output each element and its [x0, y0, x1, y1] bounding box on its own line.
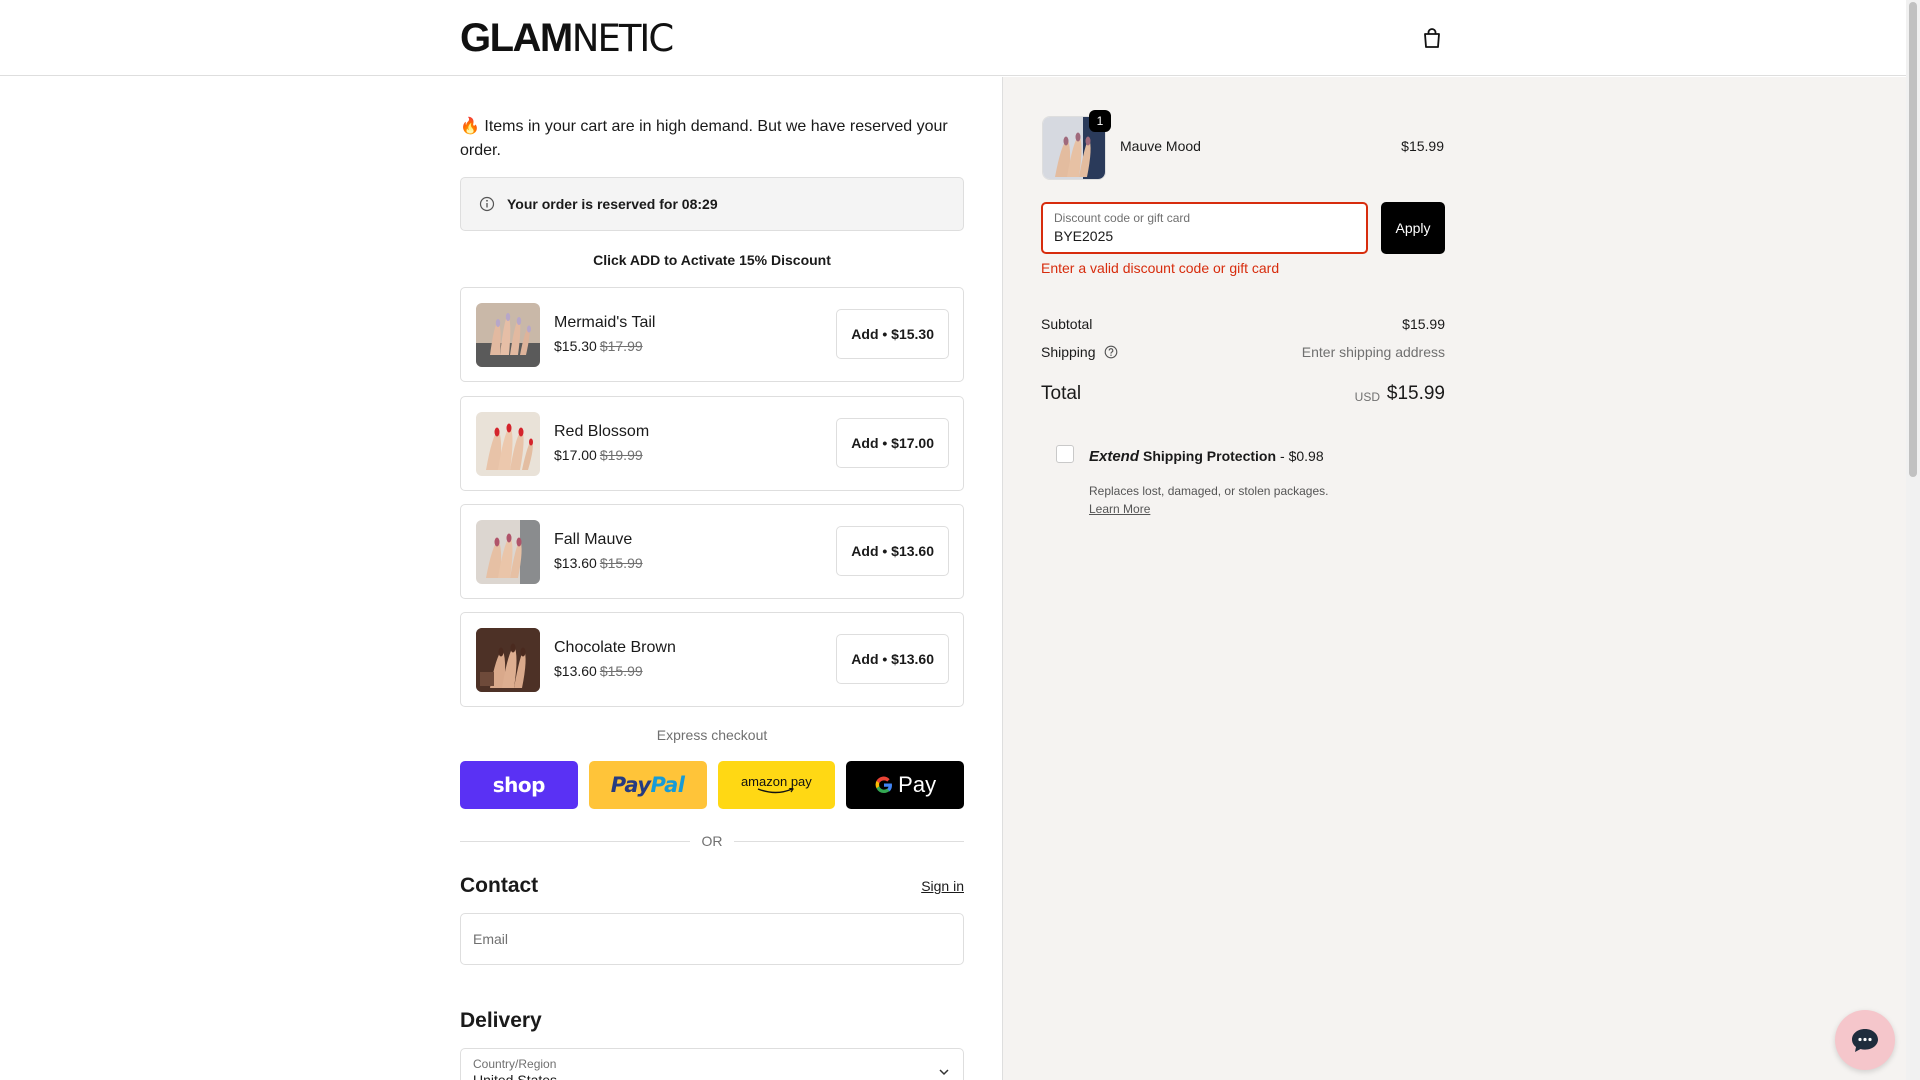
shipping-protection-title: Extend Shipping Protection - $0.98: [1089, 448, 1324, 465]
subtotal-value: $15.99: [1402, 316, 1445, 332]
amazon-pay-logo: amazon pay: [740, 774, 812, 789]
site-header: GLAMNETIC: [0, 0, 1906, 76]
chat-bubble-icon: [1852, 1029, 1878, 1052]
original-price: $17.99: [599, 338, 643, 354]
google-pay-label: Pay: [898, 772, 937, 797]
product-thumbnail: [476, 303, 540, 367]
total-currency: USD: [1354, 390, 1380, 404]
country-value: United States: [473, 1072, 558, 1080]
upsell-item: Fall Mauve $13.60 $15.99 Add • $13.60: [460, 504, 964, 599]
product-thumbnail: [476, 412, 540, 476]
extend-logo: Extend: [1089, 448, 1140, 465]
shipping-label-row: Shipping: [1041, 344, 1118, 360]
sign-in-link[interactable]: Sign in: [921, 878, 964, 894]
scrollbar-thumb[interactable]: [1909, 2, 1917, 477]
delivery-heading: Delivery: [460, 1009, 542, 1032]
fire-icon: 🔥: [460, 118, 480, 135]
chevron-down-icon: [939, 1069, 949, 1076]
product-thumbnail: [476, 520, 540, 584]
reservation-timer: Your order is reserved for 08:29: [507, 196, 718, 212]
add-upsell-button[interactable]: Add • $13.60: [836, 634, 949, 684]
paypal-logo-pal: Pal: [650, 773, 685, 797]
discount-code-field[interactable]: Discount code or gift card BYE2025: [1041, 202, 1368, 254]
country-label: Country/Region: [473, 1057, 557, 1071]
divider-line: [734, 841, 964, 842]
google-g-icon: [875, 776, 893, 794]
paypal-button[interactable]: Pay Pal: [588, 761, 707, 809]
learn-more-link[interactable]: Learn More: [1089, 502, 1150, 516]
cart-product-name: Mauve Mood: [1120, 138, 1201, 154]
quantity-badge: 1: [1089, 110, 1111, 132]
original-price: $19.99: [599, 447, 643, 463]
reservation-banner: Your order is reserved for 08:29: [460, 177, 964, 231]
question-circle-icon[interactable]: [1104, 345, 1118, 359]
upsell-price: $17.00 $19.99: [554, 447, 643, 463]
amazon-pay-button[interactable]: amazon pay: [717, 761, 836, 809]
original-price: $15.99: [599, 555, 643, 571]
total-value: $15.99: [1386, 383, 1445, 404]
or-divider: OR: [460, 831, 964, 851]
shopping-bag-icon[interactable]: [1418, 24, 1446, 52]
upsell-name: Chocolate Brown: [554, 639, 676, 656]
upsell-name: Red Blossom: [554, 423, 650, 440]
cart-product-price: $15.99: [1401, 138, 1444, 154]
total-label: Total: [1041, 383, 1082, 404]
email-input[interactable]: [461, 914, 963, 964]
upsell-item: Chocolate Brown $13.60 $15.99 Add • $13.6…: [460, 612, 964, 707]
add-upsell-button[interactable]: Add • $15.30: [836, 309, 949, 359]
info-icon: [479, 196, 495, 212]
paypal-logo-pay: Pay: [610, 773, 651, 797]
discount-error-message: Enter a valid discount code or gift card: [1041, 260, 1280, 276]
upsell-name: Mermaid's Tail: [554, 314, 656, 331]
google-pay-button[interactable]: Pay: [846, 761, 964, 809]
brand-logo[interactable]: GLAMNETIC: [460, 18, 674, 59]
shipping-label: Shipping: [1041, 344, 1096, 360]
sale-price: $13.60: [554, 663, 597, 679]
shipping-protection-checkbox[interactable]: [1056, 445, 1074, 463]
contact-heading: Contact: [460, 874, 539, 897]
express-payment-buttons: shop Pay Pal amazon pay Pay: [460, 761, 964, 809]
email-field[interactable]: [460, 913, 964, 965]
express-checkout-label: Express checkout: [656, 727, 768, 743]
upsell-item: Red Blossom $17.00 $19.99 Add • $17.00: [460, 396, 964, 491]
add-upsell-button[interactable]: Add • $17.00: [836, 418, 949, 468]
add-upsell-button[interactable]: Add • $13.60: [836, 526, 949, 576]
upsell-name: Fall Mauve: [554, 531, 633, 548]
original-price: $15.99: [599, 663, 643, 679]
shipping-protection-label: Shipping Protection: [1143, 448, 1277, 464]
country-select[interactable]: Country/Region United States: [460, 1048, 964, 1080]
upsell-price: $13.60 $15.99: [554, 663, 643, 679]
page-scrollbar[interactable]: [1906, 0, 1920, 1080]
upsell-item: Mermaid's Tail $15.30 $17.99 Add • $15.30: [460, 287, 964, 382]
upsell-price: $15.30 $17.99: [554, 338, 643, 354]
sale-price: $13.60: [554, 555, 597, 571]
shipping-protection-cost: - $0.98: [1280, 448, 1324, 464]
amazon-smile-icon: [758, 788, 795, 794]
apply-discount-button[interactable]: Apply: [1381, 202, 1445, 254]
high-demand-notice: 🔥 Items in your cart are in high demand.…: [460, 115, 964, 163]
subtotal-label: Subtotal: [1041, 316, 1093, 332]
discount-input-value[interactable]: BYE2025: [1054, 228, 1113, 244]
shop-pay-button[interactable]: shop: [460, 761, 578, 809]
high-demand-text: Items in your cart are in high demand. B…: [460, 118, 948, 159]
discount-promo-heading: Click ADD to Activate 15% Discount: [593, 252, 831, 268]
discount-label: Discount code or gift card: [1054, 211, 1191, 225]
upsell-price: $13.60 $15.99: [554, 555, 643, 571]
sale-price: $15.30: [554, 338, 597, 354]
chat-widget-button[interactable]: [1835, 1010, 1895, 1070]
product-thumbnail: [476, 628, 540, 692]
shipping-protection-description: Replaces lost, damaged, or stolen packag…: [1089, 484, 1329, 498]
sale-price: $17.00: [554, 447, 597, 463]
shipping-value: Enter shipping address: [1301, 344, 1445, 360]
